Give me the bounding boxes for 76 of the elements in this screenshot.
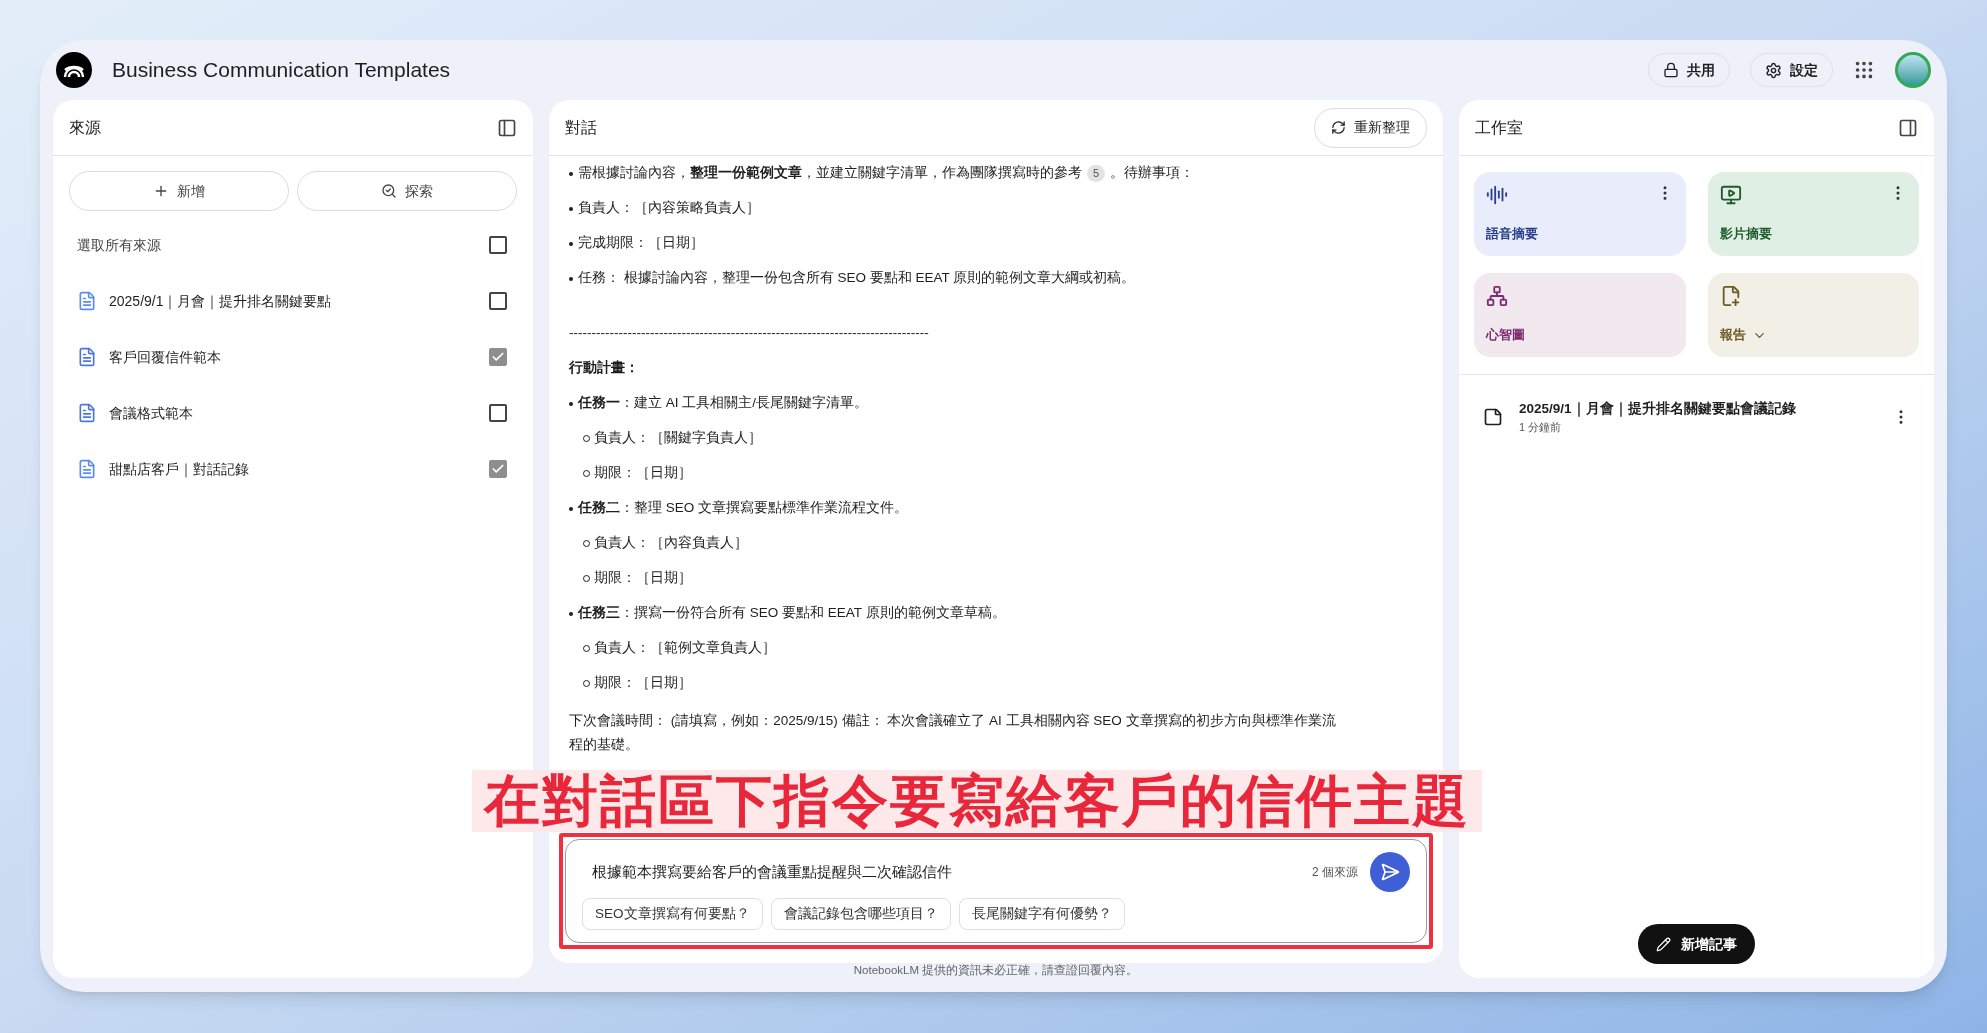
list-item-text: 。待辦事項： — [1110, 164, 1195, 183]
card-label: 報告 — [1719, 327, 1746, 345]
source-count: 2 個來源 — [1312, 864, 1358, 881]
list-item-text: 負責人：［範例文章負責人］ — [594, 639, 776, 658]
send-icon — [1380, 862, 1400, 882]
notebook-title: Business Communication Templates — [112, 57, 451, 84]
collapse-panel-icon[interactable] — [497, 117, 517, 138]
refresh-icon — [1331, 120, 1346, 135]
plus-icon — [153, 183, 169, 199]
suggestion-chip[interactable]: 長尾關鍵字有何優勢？ — [958, 898, 1125, 930]
apps-grid-icon[interactable] — [1853, 59, 1875, 81]
source-item[interactable]: 客戶回覆信件範本 — [109, 346, 477, 368]
checkbox[interactable] — [489, 460, 507, 478]
list-item-text: 期限：［日期］ — [594, 674, 692, 693]
checkbox[interactable] — [489, 404, 507, 422]
list-item-text: 期限：［日期］ — [594, 569, 692, 588]
studio-card[interactable]: 影片摘要 — [1707, 172, 1919, 256]
audio-wave-icon — [1486, 184, 1508, 206]
suggestion-chip[interactable]: SEO文章撰寫有何要點？ — [582, 898, 763, 930]
separator-text: -------------------------------------------------------------------------------- — [569, 324, 929, 343]
collapse-panel-icon[interactable] — [1898, 117, 1918, 138]
disclaimer-text: NotebookLM 提供的資訊未必正確，請查證回覆內容。 — [853, 963, 1139, 979]
studio-card[interactable]: 語音摘要 — [1474, 172, 1686, 256]
list-item-text: 任務： 根據討論內容，整理一份包含所有 SEO 要點和 EEAT 原則的範例文章大綱或初稿。 — [578, 269, 1136, 288]
panel-title: 工作室 — [1475, 117, 1523, 138]
mind-map-icon — [1486, 285, 1508, 307]
source-item[interactable]: 甜點店客戶｜對話記錄 — [109, 458, 477, 480]
file-icon — [77, 291, 97, 311]
chat-input-text[interactable]: 根據範本撰寫要給客戶的會議重點提醒與二次確認信件 — [582, 860, 1300, 884]
list-item-text: 負責人：［內容策略負責人］ — [578, 199, 760, 218]
file-icon — [77, 459, 97, 479]
pencil-icon — [1656, 936, 1671, 952]
list-item-text: 任務三：撰寫一份符合所有 SEO 要點和 EEAT 原則的範例文章草稿。 — [578, 604, 1006, 623]
list-item-text: 需根據討論內容，整理一份範例文章，並建立關鍵字清單，作為團隊撰寫時的參考 — [578, 164, 1082, 183]
note-icon — [1483, 407, 1503, 428]
checkbox[interactable] — [489, 348, 507, 366]
note-time: 1 分鐘前 — [1519, 420, 1563, 436]
send-button[interactable] — [1370, 852, 1410, 892]
panel-title: 對話 — [565, 117, 597, 138]
select-all-label: 選取所有來源 — [77, 235, 161, 255]
document-icon — [77, 347, 97, 367]
list-item-text: 完成期限：［日期］ — [578, 234, 704, 253]
check-icon — [491, 350, 505, 364]
card-label: 語音摘要 — [1486, 226, 1538, 244]
video-icon — [1719, 184, 1742, 206]
search-icon — [381, 183, 397, 199]
add-note-button[interactable]: 新增記事 — [1638, 924, 1755, 964]
card-label: 影片摘要 — [1719, 226, 1772, 244]
source-item[interactable]: 2025/9/1｜月會｜提升排名關鍵要點 — [109, 290, 477, 312]
list-item-text: 期限：［日期］ — [594, 464, 692, 483]
list-item-text: 任務二：整理 SEO 文章撰寫要點標準作業流程文件。 — [578, 499, 908, 518]
logo-icon — [56, 52, 92, 88]
checkbox[interactable] — [489, 292, 507, 310]
document-icon — [77, 403, 97, 423]
settings-button[interactable]: 設定 — [1750, 53, 1833, 87]
list-item-text: 任務一：建立 AI 工具相關主/長尾關鍵字清單。 — [578, 394, 868, 413]
avatar[interactable] — [1895, 52, 1931, 88]
note-title: 2025/9/1｜月會｜提升排名關鍵要點會議記錄 — [1519, 400, 1797, 419]
paragraph-text: 下次會議時間： (請填寫，例如：2025/9/15) 備註： 本次會議確立了 AI 工具相關內容 SEO 文章撰寫的初步方向與標準作業流程的基礎。 — [569, 713, 1336, 752]
settings-icon — [1765, 61, 1782, 79]
source-item[interactable]: 會議格式範本 — [109, 402, 477, 424]
citation-chip[interactable]: 5 — [1087, 165, 1106, 182]
chat-input-box[interactable]: 根據範本撰寫要給客戶的會議重點提醒與二次確認信件 2 個來源 SEO文章撰寫有何要點？ 會議記錄包含哪些項目？ 長尾關鍵字有何優勢？ — [565, 839, 1427, 943]
annotation-caption: 在對話區下指令要寫給客戶的信件主題 — [472, 770, 1482, 832]
list-item-text: 負責人：［內容負責人］ — [594, 534, 748, 553]
panel-title: 來源 — [69, 117, 101, 138]
list-item-text: 負責人：［關鍵字負責人］ — [594, 429, 762, 448]
studio-card[interactable]: 心智圖 — [1474, 273, 1686, 357]
section-heading: 行動計畫： — [569, 359, 639, 378]
studio-card[interactable]: 報告 — [1707, 273, 1919, 357]
checkbox[interactable] — [489, 236, 507, 254]
suggestion-chip[interactable]: 會議記錄包含哪些項目？ — [770, 898, 951, 930]
lock-icon — [1663, 62, 1679, 78]
note-item[interactable]: 2025/9/1｜月會｜提升排名關鍵要點會議記錄 1 分鐘前 — [1459, 399, 1934, 436]
card-label: 心智圖 — [1486, 327, 1525, 345]
check-icon — [491, 462, 505, 476]
